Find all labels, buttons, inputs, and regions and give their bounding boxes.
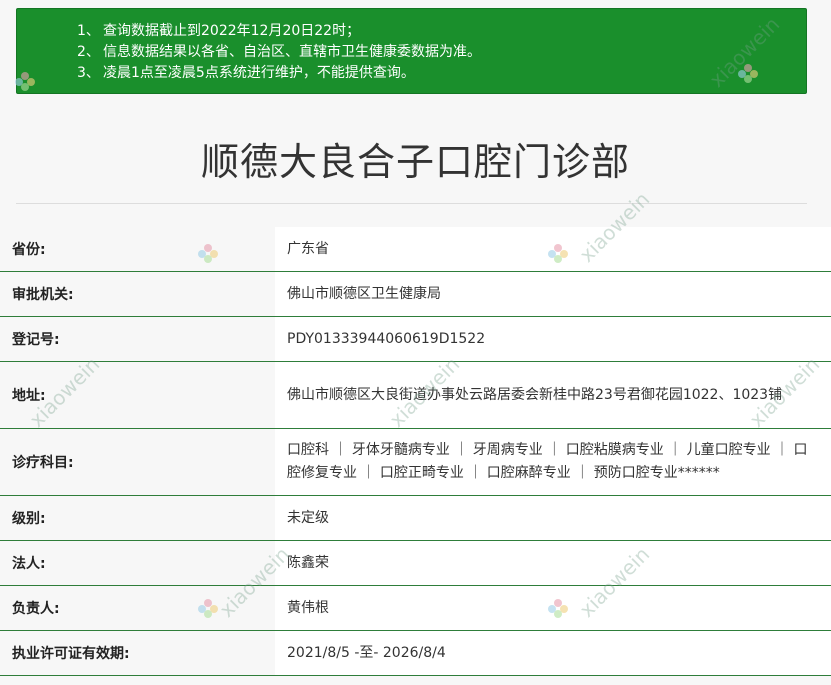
- table-row-level: 级别: 未定级: [0, 496, 831, 541]
- row-label: 诊疗科目:: [0, 429, 275, 495]
- notice-text: 查询数据截止到2022年12月20日22时；: [103, 23, 361, 39]
- row-label: 级别:: [0, 496, 275, 540]
- title-divider: [16, 203, 807, 204]
- row-value: 佛山市顺德区大良街道办事处云路居委会新桂中路23号君御花园1022、1023铺: [275, 362, 831, 428]
- row-label: 登记号:: [0, 317, 275, 361]
- notice-line: 2、 信息数据结果以各省、自治区、直辖市卫生健康委数据为准。: [77, 42, 806, 63]
- row-label: 法人:: [0, 541, 275, 585]
- row-label: 负责人:: [0, 586, 275, 630]
- table-row-legal-person: 法人: 陈鑫荣: [0, 541, 831, 586]
- row-value: 广东省: [275, 227, 831, 271]
- table-row-province: 省份: 广东省: [0, 227, 831, 272]
- table-row-authority: 审批机关: 佛山市顺德区卫生健康局: [0, 272, 831, 317]
- table-row-departments: 诊疗科目: 口腔科 ｜ 牙体牙髓病专业 ｜ 牙周病专业 ｜ 口腔粘膜病专业 ｜ …: [0, 429, 831, 496]
- info-table: 省份: 广东省 审批机关: 佛山市顺德区卫生健康局 登记号: PDY013339…: [0, 227, 831, 676]
- notice-box: 1、 查询数据截止到2022年12月20日22时； 2、 信息数据结果以各省、自治区…: [16, 8, 807, 94]
- notice-text: 凌晨1点至凌晨5点系统进行维护，不能提供查询。: [103, 65, 415, 81]
- page: 1、 查询数据截止到2022年12月20日22时； 2、 信息数据结果以各省、自治区…: [0, 0, 831, 685]
- row-value: 口腔科 ｜ 牙体牙髓病专业 ｜ 牙周病专业 ｜ 口腔粘膜病专业 ｜ 儿童口腔专业…: [275, 429, 831, 495]
- row-value: 2021/8/5 -至- 2026/8/4: [275, 631, 831, 675]
- row-value: 佛山市顺德区卫生健康局: [275, 272, 831, 316]
- table-row-registration: 登记号: PDY01333944060619D1522: [0, 317, 831, 362]
- row-value: PDY01333944060619D1522: [275, 317, 831, 361]
- table-row-address: 地址: 佛山市顺德区大良街道办事处云路居委会新桂中路23号君御花园1022、10…: [0, 362, 831, 429]
- row-label: 执业许可证有效期:: [0, 631, 275, 675]
- notice-line: 1、 查询数据截止到2022年12月20日22时；: [77, 21, 806, 42]
- notice-text: 信息数据结果以各省、自治区、直辖市卫生健康委数据为准。: [103, 44, 481, 60]
- row-value: 未定级: [275, 496, 831, 540]
- row-value: 陈鑫荣: [275, 541, 831, 585]
- row-value: 黄伟根: [275, 586, 831, 630]
- page-title: 顺德大良合子口腔门诊部: [200, 140, 630, 184]
- notice-line: 3、 凌晨1点至凌晨5点系统进行维护，不能提供查询。: [77, 63, 806, 84]
- notice-number: 1、: [77, 23, 100, 39]
- row-label: 省份:: [0, 227, 275, 271]
- notice-number: 3、: [77, 65, 100, 81]
- row-label: 地址:: [0, 362, 275, 428]
- table-row-manager: 负责人: 黄伟根: [0, 586, 831, 631]
- notice-number: 2、: [77, 44, 100, 60]
- row-label: 审批机关:: [0, 272, 275, 316]
- table-row-license-validity: 执业许可证有效期: 2021/8/5 -至- 2026/8/4: [0, 631, 831, 676]
